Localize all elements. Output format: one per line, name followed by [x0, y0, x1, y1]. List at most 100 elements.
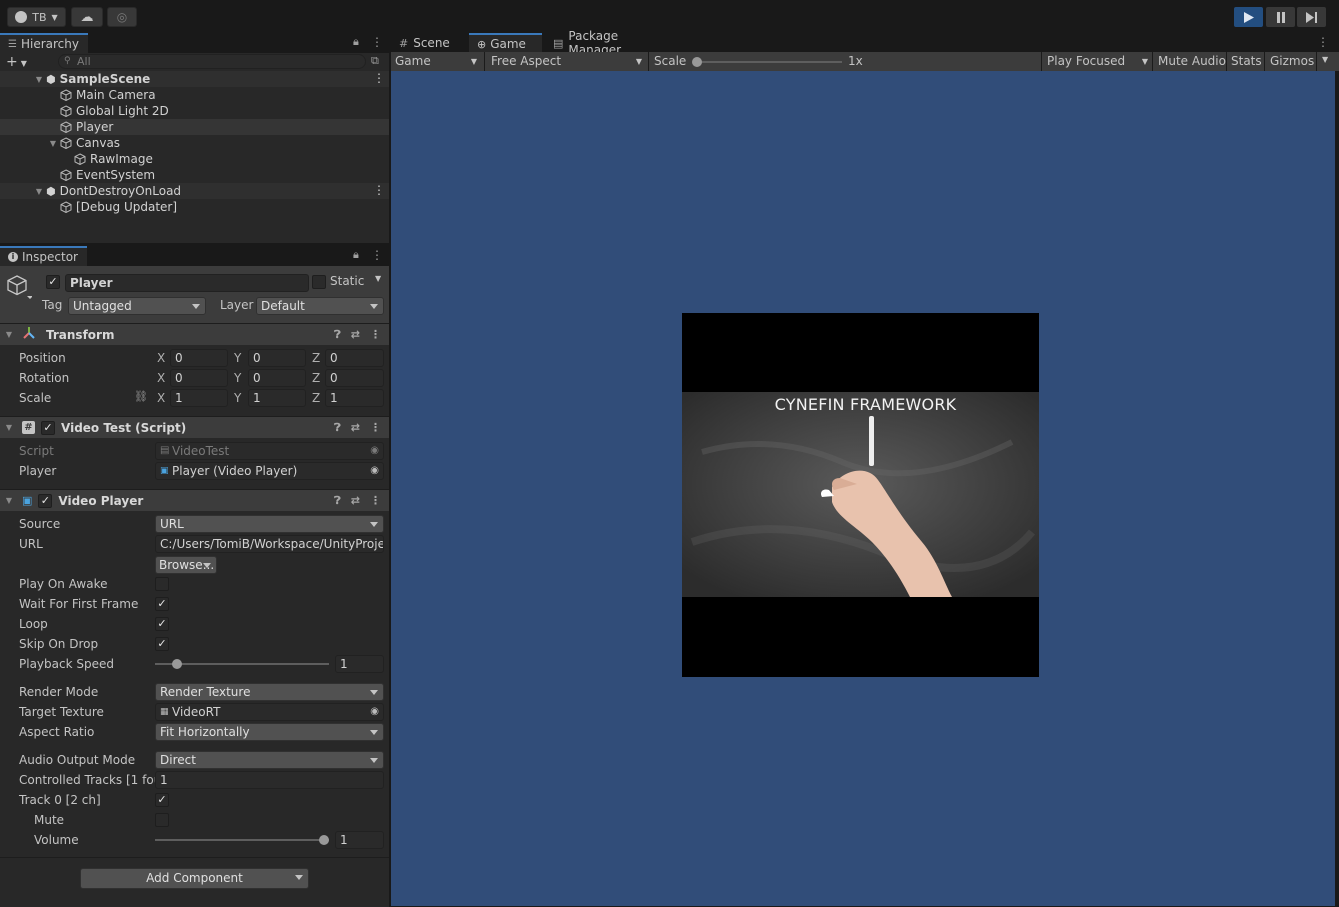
scale-x-field[interactable]: 1: [170, 389, 228, 407]
add-component-button[interactable]: Add Component: [80, 868, 309, 889]
gameobject-icon[interactable]: [6, 274, 33, 303]
playback-speed-slider-knob[interactable]: [172, 659, 182, 669]
position-z-field[interactable]: 0: [325, 349, 384, 367]
scale-slider-knob[interactable]: [692, 57, 702, 67]
videoplayer-header[interactable]: ▼ ▣ ✓ Video Player ❓︎ ⇄ ⋮: [0, 489, 389, 511]
track0-checkbox[interactable]: ✓: [155, 793, 169, 807]
account-dropdown[interactable]: TB ▼: [7, 7, 66, 27]
source-dropdown[interactable]: URL: [155, 515, 384, 533]
add-object-button[interactable]: + ▼: [6, 54, 27, 70]
browse-button[interactable]: Browse...: [155, 556, 217, 574]
tab-game[interactable]: ⊕ Game: [469, 33, 542, 53]
axis-z-label[interactable]: Z: [312, 369, 320, 387]
scale-z-field[interactable]: 1: [325, 389, 384, 407]
hierarchy-search-input[interactable]: ⚲ All: [58, 54, 366, 69]
step-button[interactable]: [1297, 7, 1326, 27]
preset-icon[interactable]: ⇄: [351, 328, 360, 342]
player-field[interactable]: ▣ Player (Video Player) ◉: [155, 462, 384, 480]
scene-visibility-icon[interactable]: ⧉: [371, 54, 379, 68]
volume-slider-knob[interactable]: [319, 835, 329, 845]
kebab-menu-icon[interactable]: ⋮: [1317, 35, 1329, 49]
wait-first-frame-checkbox[interactable]: ✓: [155, 597, 169, 611]
fold-arrow-icon[interactable]: ▼: [34, 75, 44, 84]
transform-header[interactable]: ▼ Transform ❓︎ ⇄ ⋮: [0, 323, 389, 345]
game-viewport[interactable]: CYNEFIN FRAMEWORK: [391, 71, 1335, 906]
target-texture-field[interactable]: ▦ VideoRT ◉: [155, 703, 384, 721]
kebab-menu-icon[interactable]: ⋮: [373, 71, 385, 85]
rotation-z-field[interactable]: 0: [325, 369, 384, 387]
skip-on-drop-checkbox[interactable]: ✓: [155, 637, 169, 651]
axis-x-label[interactable]: X: [157, 369, 165, 387]
axis-y-label[interactable]: Y: [234, 349, 241, 367]
tab-hierarchy[interactable]: ☰ Hierarchy: [0, 33, 88, 53]
playback-speed-field[interactable]: 1: [335, 655, 384, 673]
kebab-menu-icon[interactable]: ⋮: [370, 494, 381, 508]
hierarchy-row-debug-updater[interactable]: [Debug Updater]: [0, 199, 389, 215]
lock-icon[interactable]: 🔒︎: [353, 35, 359, 49]
object-picker-icon[interactable]: ◉: [370, 704, 379, 720]
kebab-menu-icon[interactable]: ⋮: [370, 421, 381, 435]
tag-dropdown[interactable]: Untagged: [68, 297, 206, 315]
static-checkbox[interactable]: [312, 275, 326, 289]
rotation-y-field[interactable]: 0: [248, 369, 306, 387]
hierarchy-row-main-camera[interactable]: Main Camera: [0, 87, 389, 103]
help-icon[interactable]: ❓︎: [334, 328, 341, 342]
fold-arrow-icon[interactable]: ▼: [4, 330, 14, 339]
axis-y-label[interactable]: Y: [234, 389, 241, 407]
fold-arrow-icon[interactable]: ▼: [34, 187, 44, 196]
scale-y-field[interactable]: 1: [248, 389, 306, 407]
hierarchy-row-global-light[interactable]: Global Light 2D: [0, 103, 389, 119]
controlled-tracks-field[interactable]: 1: [155, 771, 384, 789]
gizmos-toggle[interactable]: Gizmos: [1266, 52, 1314, 71]
lock-icon[interactable]: 🔒︎: [353, 248, 359, 262]
scale-slider[interactable]: [694, 61, 842, 63]
component-enabled-checkbox[interactable]: ✓: [38, 493, 53, 508]
fold-arrow-icon[interactable]: ▼: [4, 496, 14, 505]
play-focused-dropdown[interactable]: Play Focused ▼: [1043, 52, 1152, 71]
hierarchy-row-player[interactable]: Player: [0, 119, 389, 135]
audio-output-dropdown[interactable]: Direct: [155, 751, 384, 769]
axis-z-label[interactable]: Z: [312, 349, 320, 367]
kebab-menu-icon[interactable]: ⋮: [371, 248, 383, 262]
fold-arrow-icon[interactable]: ▼: [4, 423, 14, 432]
hierarchy-row-rawimage[interactable]: RawImage: [0, 151, 389, 167]
display-dropdown[interactable]: Game ▼: [391, 52, 483, 71]
tab-package-manager[interactable]: ▤ Package Manager: [545, 29, 680, 57]
aspect-dropdown[interactable]: Free Aspect ▼: [487, 52, 648, 71]
active-checkbox[interactable]: ✓: [46, 275, 60, 289]
play-button[interactable]: [1234, 7, 1263, 27]
object-picker-icon[interactable]: ◉: [370, 463, 379, 479]
mute-audio-toggle[interactable]: Mute Audio: [1154, 52, 1226, 71]
fold-arrow-icon[interactable]: ▼: [48, 139, 58, 148]
link-off-icon[interactable]: ⛓: [134, 390, 148, 403]
hierarchy-row-canvas[interactable]: ▼ Canvas: [0, 135, 389, 151]
axis-x-label[interactable]: X: [157, 389, 165, 407]
position-y-field[interactable]: 0: [248, 349, 306, 367]
chevron-down-icon[interactable]: ▼: [375, 274, 381, 283]
tab-inspector[interactable]: i Inspector: [0, 246, 87, 266]
mute-checkbox[interactable]: [155, 813, 169, 827]
volume-slider[interactable]: [155, 839, 329, 841]
url-field[interactable]: C:/Users/TomiB/Workspace/UnityProjec: [155, 535, 384, 553]
loop-checkbox[interactable]: ✓: [155, 617, 169, 631]
stats-toggle[interactable]: Stats: [1227, 52, 1262, 71]
help-icon[interactable]: ❓︎: [334, 421, 341, 435]
help-icon[interactable]: ❓︎: [334, 494, 341, 508]
kebab-menu-icon[interactable]: ⋮: [370, 328, 381, 342]
cloud-button[interactable]: ☁: [71, 7, 103, 27]
hierarchy-row-eventsystem[interactable]: EventSystem: [0, 167, 389, 183]
tab-scene[interactable]: # Scene: [391, 33, 461, 53]
hierarchy-row-samplescene[interactable]: ▼ ⬢ SampleScene ⋮: [0, 71, 389, 87]
axis-x-label[interactable]: X: [157, 349, 165, 367]
volume-field[interactable]: 1: [335, 831, 384, 849]
preset-icon[interactable]: ⇄: [351, 421, 360, 435]
axis-z-label[interactable]: Z: [312, 389, 320, 407]
kebab-menu-icon[interactable]: ⋮: [373, 183, 385, 197]
layer-dropdown[interactable]: Default: [256, 297, 384, 315]
component-enabled-checkbox[interactable]: ✓: [41, 420, 55, 435]
hierarchy-row-dontdestroyonload[interactable]: ▼ ⬢ DontDestroyOnLoad ⋮: [0, 183, 389, 199]
position-x-field[interactable]: 0: [170, 349, 228, 367]
axis-y-label[interactable]: Y: [234, 369, 241, 387]
aspect-ratio-dropdown[interactable]: Fit Horizontally: [155, 723, 384, 741]
rotation-x-field[interactable]: 0: [170, 369, 228, 387]
